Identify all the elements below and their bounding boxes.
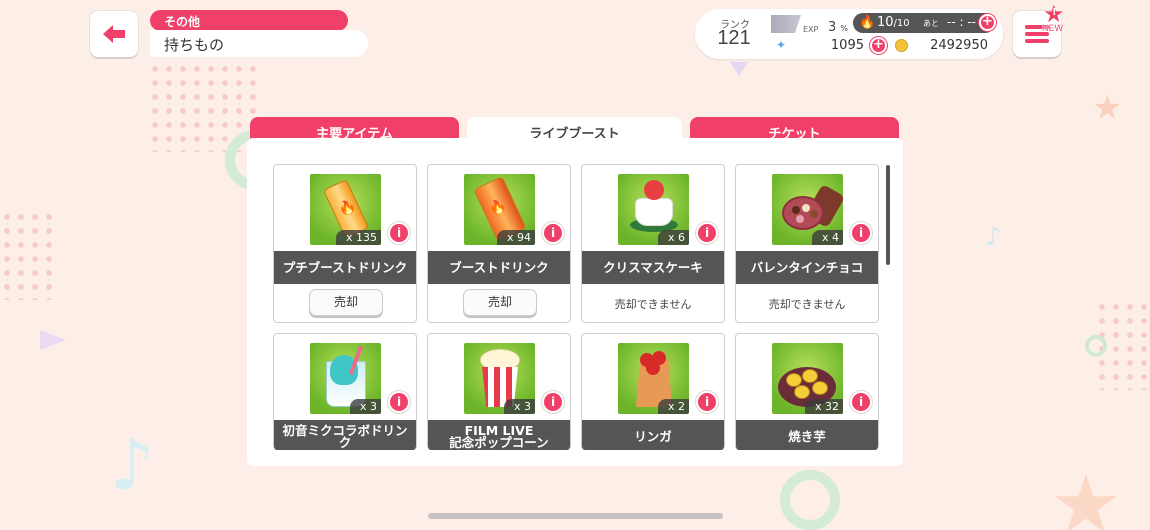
background-dots xyxy=(1095,300,1150,390)
item-quantity: x 6 xyxy=(657,230,689,245)
add-gems-button[interactable]: + xyxy=(870,37,887,54)
item-quantity: x 135 xyxy=(335,230,381,245)
background-note-icon: ♪ xyxy=(110,424,155,506)
rank-value: 121 xyxy=(717,27,751,49)
item-card: 🔥 x 135 i プチブーストドリンク 売却 xyxy=(273,164,417,323)
background-star-icon: ★ xyxy=(1092,88,1123,128)
item-image: x 6 xyxy=(618,174,689,245)
item-name: 初音ミクコラボドリンク xyxy=(274,420,416,450)
item-name: バレンタインチョコ xyxy=(736,251,878,284)
cake-icon xyxy=(635,198,673,226)
item-image: x 3 xyxy=(310,343,381,414)
exp-percent: 3 % xyxy=(828,20,849,35)
item-image: x 4 xyxy=(772,174,843,245)
item-card: x 3 i FILM LIVE 記念ポップコーン xyxy=(427,333,571,450)
item-card: x 32 i 焼き芋 xyxy=(735,333,879,450)
new-badge: ★ ! NEW xyxy=(1042,0,1065,33)
coin-icon xyxy=(895,39,908,52)
scrollbar[interactable] xyxy=(886,165,890,265)
background-triangle xyxy=(40,330,66,350)
info-button[interactable]: i xyxy=(850,391,872,413)
item-name: FILM LIVE 記念ポップコーン xyxy=(428,420,570,450)
chocolate-icon xyxy=(782,196,824,230)
exp-label: EXP xyxy=(803,25,819,34)
sell-button[interactable]: 売却 xyxy=(463,289,537,316)
stamina-after-label: あと xyxy=(923,19,939,28)
fire-icon: 🔥 xyxy=(859,15,876,30)
item-name: リンガ xyxy=(582,420,724,450)
stamina-value: 10/10 xyxy=(877,15,910,30)
item-quantity: x 2 xyxy=(657,399,689,414)
background-note-icon: ♪ xyxy=(985,222,1002,252)
item-name: プチブーストドリンク xyxy=(274,251,416,284)
page-title: 持ちもの xyxy=(150,30,368,57)
background-ring xyxy=(780,470,840,530)
info-button[interactable]: i xyxy=(696,391,718,413)
info-button[interactable]: i xyxy=(388,391,410,413)
gem-count: 1095 xyxy=(830,38,864,53)
add-stamina-button[interactable]: + xyxy=(979,14,996,31)
not-sellable-label: 売却できません xyxy=(768,298,846,311)
item-image: x 2 xyxy=(618,343,689,414)
item-quantity: x 3 xyxy=(503,399,535,414)
item-image: 🔥 x 94 xyxy=(464,174,535,245)
background-triangle xyxy=(730,62,748,76)
info-button[interactable]: i xyxy=(696,222,718,244)
item-quantity: x 4 xyxy=(811,230,843,245)
item-card: 🔥 x 94 i ブーストドリンク 売却 xyxy=(427,164,571,323)
item-name: クリスマスケーキ xyxy=(582,251,724,284)
item-quantity: x 94 xyxy=(496,230,535,245)
sell-button[interactable]: 売却 xyxy=(309,289,383,316)
background-dots xyxy=(148,62,258,152)
home-indicator[interactable] xyxy=(428,513,723,519)
stamina-bar: 🔥 10/10 あと -- : -- xyxy=(853,13,995,33)
background-dots xyxy=(0,210,60,300)
item-quantity: x 32 xyxy=(804,399,843,414)
item-card: x 2 i リンガ xyxy=(581,333,725,450)
left-arrow-icon xyxy=(103,25,125,43)
item-image: x 32 xyxy=(772,343,843,414)
not-sellable-label: 売却できません xyxy=(614,298,692,311)
info-button[interactable]: i xyxy=(850,222,872,244)
item-card: x 6 i クリスマスケーキ 売却できません xyxy=(581,164,725,323)
item-image: 🔥 x 135 xyxy=(310,174,381,245)
item-image: x 3 xyxy=(464,343,535,414)
item-name: ブーストドリンク xyxy=(428,251,570,284)
info-button[interactable]: i xyxy=(388,222,410,244)
info-button[interactable]: i xyxy=(542,222,564,244)
back-button[interactable] xyxy=(90,11,138,57)
item-name: 焼き芋 xyxy=(736,420,878,450)
breadcrumb-category: その他 xyxy=(150,10,348,31)
item-quantity: x 3 xyxy=(349,399,381,414)
item-card: x 4 i バレンタインチョコ 売却できません xyxy=(735,164,879,323)
background-star-icon: ★ xyxy=(1050,458,1122,530)
gem-icon: ✦ xyxy=(776,38,787,52)
info-button[interactable]: i xyxy=(542,391,564,413)
stamina-timer: -- : -- xyxy=(947,15,976,29)
coin-count: 2492950 xyxy=(930,38,988,53)
item-card: x 3 i 初音ミクコラボドリンク xyxy=(273,333,417,450)
